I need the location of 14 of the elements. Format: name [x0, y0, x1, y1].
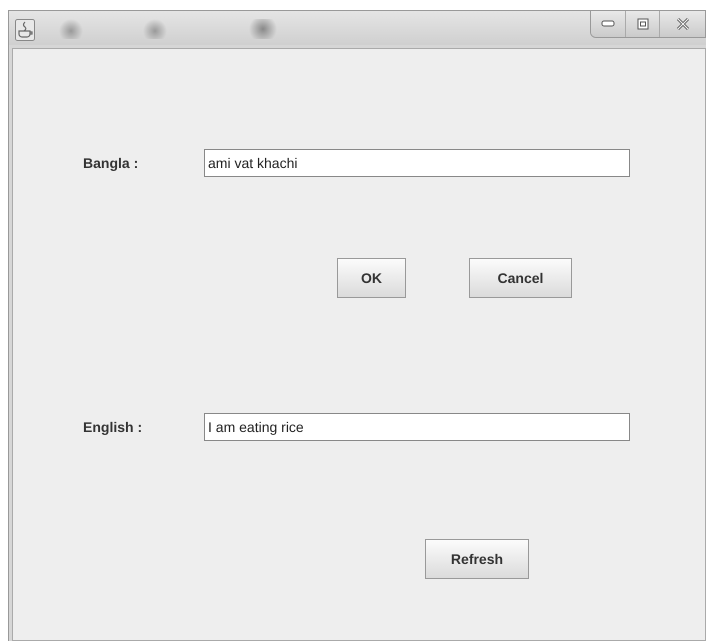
close-icon	[674, 17, 690, 31]
cup-icon	[15, 19, 35, 41]
field-label: Bangla :	[83, 155, 140, 171]
minimize-button[interactable]	[591, 11, 625, 37]
maximize-icon	[636, 18, 648, 30]
maximize-button[interactable]	[625, 11, 659, 37]
dialog-button[interactable]: OK	[337, 258, 406, 298]
text-field[interactable]: I am eating rice	[204, 413, 630, 441]
close-button[interactable]	[659, 11, 705, 37]
text-field[interactable]: ami vat khachi	[204, 149, 630, 177]
dialog-button[interactable]: Refresh	[425, 539, 529, 579]
dialog-button[interactable]: Cancel	[469, 258, 572, 298]
field-label: English :	[83, 419, 144, 435]
minimize-icon	[601, 20, 615, 28]
